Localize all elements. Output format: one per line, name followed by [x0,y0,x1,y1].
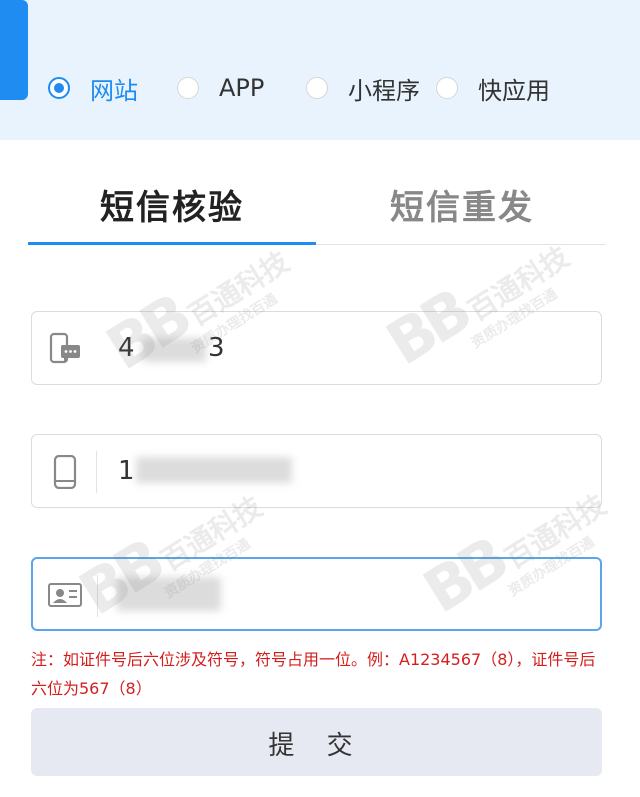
redacted-blur [117,577,221,611]
radio-label: 快应用 [478,76,550,105]
radio-app[interactable]: APP [177,70,264,106]
radio-website[interactable]: 网站 [48,70,138,106]
radio-quick-app[interactable]: 快应用 [436,70,550,106]
redacted-blur [136,457,292,483]
sms-phone-icon [49,332,80,364]
field-divider [97,575,98,617]
mobile-phone-icon [53,455,77,489]
submit-button[interactable]: 提 交 [31,708,602,776]
id-format-note: 注：如证件号后六位涉及符号，符号占用一位。例：A1234567（8），证件号后六… [31,650,596,698]
field-divider [96,451,97,493]
radio-mini-program[interactable]: 小程序 [306,70,420,106]
sms-code-value: 4 [118,333,135,363]
sms-code-input[interactable]: 4 3 [31,311,602,385]
sms-code-value-tail: 3 [208,333,225,363]
tab-sms-resend[interactable]: 短信重发 [318,182,606,242]
radio-checked-icon [48,77,70,99]
tab-bar: 短信核验 短信重发 [28,182,606,245]
radio-label: APP [219,74,265,102]
id-card-icon [48,583,82,607]
phone-input[interactable]: 1 [31,434,602,508]
phone-value: 1 [118,456,135,486]
platform-radio-group: 网站 APP 小程序 快应用 [0,70,640,106]
tab-sms-verify[interactable]: 短信核验 [28,182,316,245]
radio-label: 网站 [90,76,138,105]
id-number-input[interactable] [31,557,602,631]
radio-unchecked-icon [306,77,328,99]
radio-unchecked-icon [177,77,199,99]
radio-unchecked-icon [436,77,458,99]
radio-label: 小程序 [348,76,420,105]
redacted-blur [142,338,206,362]
